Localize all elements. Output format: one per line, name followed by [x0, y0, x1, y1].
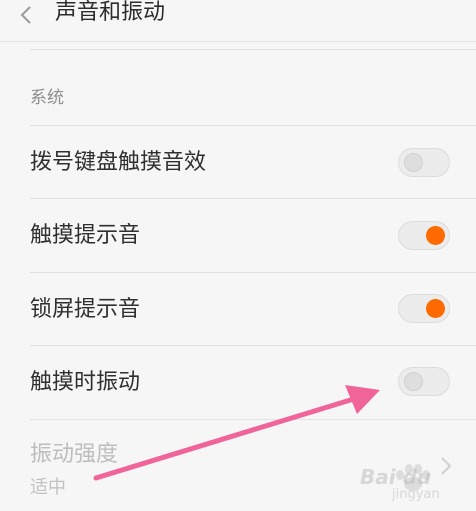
chevron-left-icon[interactable]	[17, 4, 35, 26]
vibration-strength-label[interactable]: 振动强度	[30, 441, 118, 469]
toggle-knob	[426, 226, 445, 245]
setting-label: 锁屏提示音	[30, 297, 141, 322]
touch-vibration-toggle[interactable]	[398, 367, 450, 396]
section-header-system: 系统	[30, 88, 64, 108]
dialpad-sound-toggle[interactable]	[398, 148, 450, 177]
setting-row-dialpad-sound[interactable]: 拨号键盘触摸音效	[0, 125, 476, 199]
lock-sound-toggle[interactable]	[398, 294, 450, 323]
setting-row-touch-vibration[interactable]: 触摸时振动	[0, 345, 476, 419]
title-bar: 声音和振动	[0, 0, 476, 42]
divider	[30, 49, 476, 50]
toggle-knob	[426, 299, 445, 318]
vibration-strength-value: 适中	[30, 477, 66, 498]
setting-label: 触摸提示音	[30, 223, 141, 248]
watermark-subtext: jingyan	[392, 487, 440, 502]
page-title: 声音和振动	[55, 0, 166, 25]
touch-sound-toggle[interactable]	[398, 221, 450, 250]
divider	[30, 419, 476, 420]
toggle-knob	[404, 372, 423, 391]
watermark-text: Bai du	[360, 465, 432, 489]
setting-row-lock-sound[interactable]: 锁屏提示音	[0, 272, 476, 346]
setting-label: 拨号键盘触摸音效	[30, 150, 207, 175]
toggle-knob	[404, 153, 423, 172]
setting-row-touch-sound[interactable]: 触摸提示音	[0, 198, 476, 272]
setting-label: 触摸时振动	[30, 370, 141, 395]
